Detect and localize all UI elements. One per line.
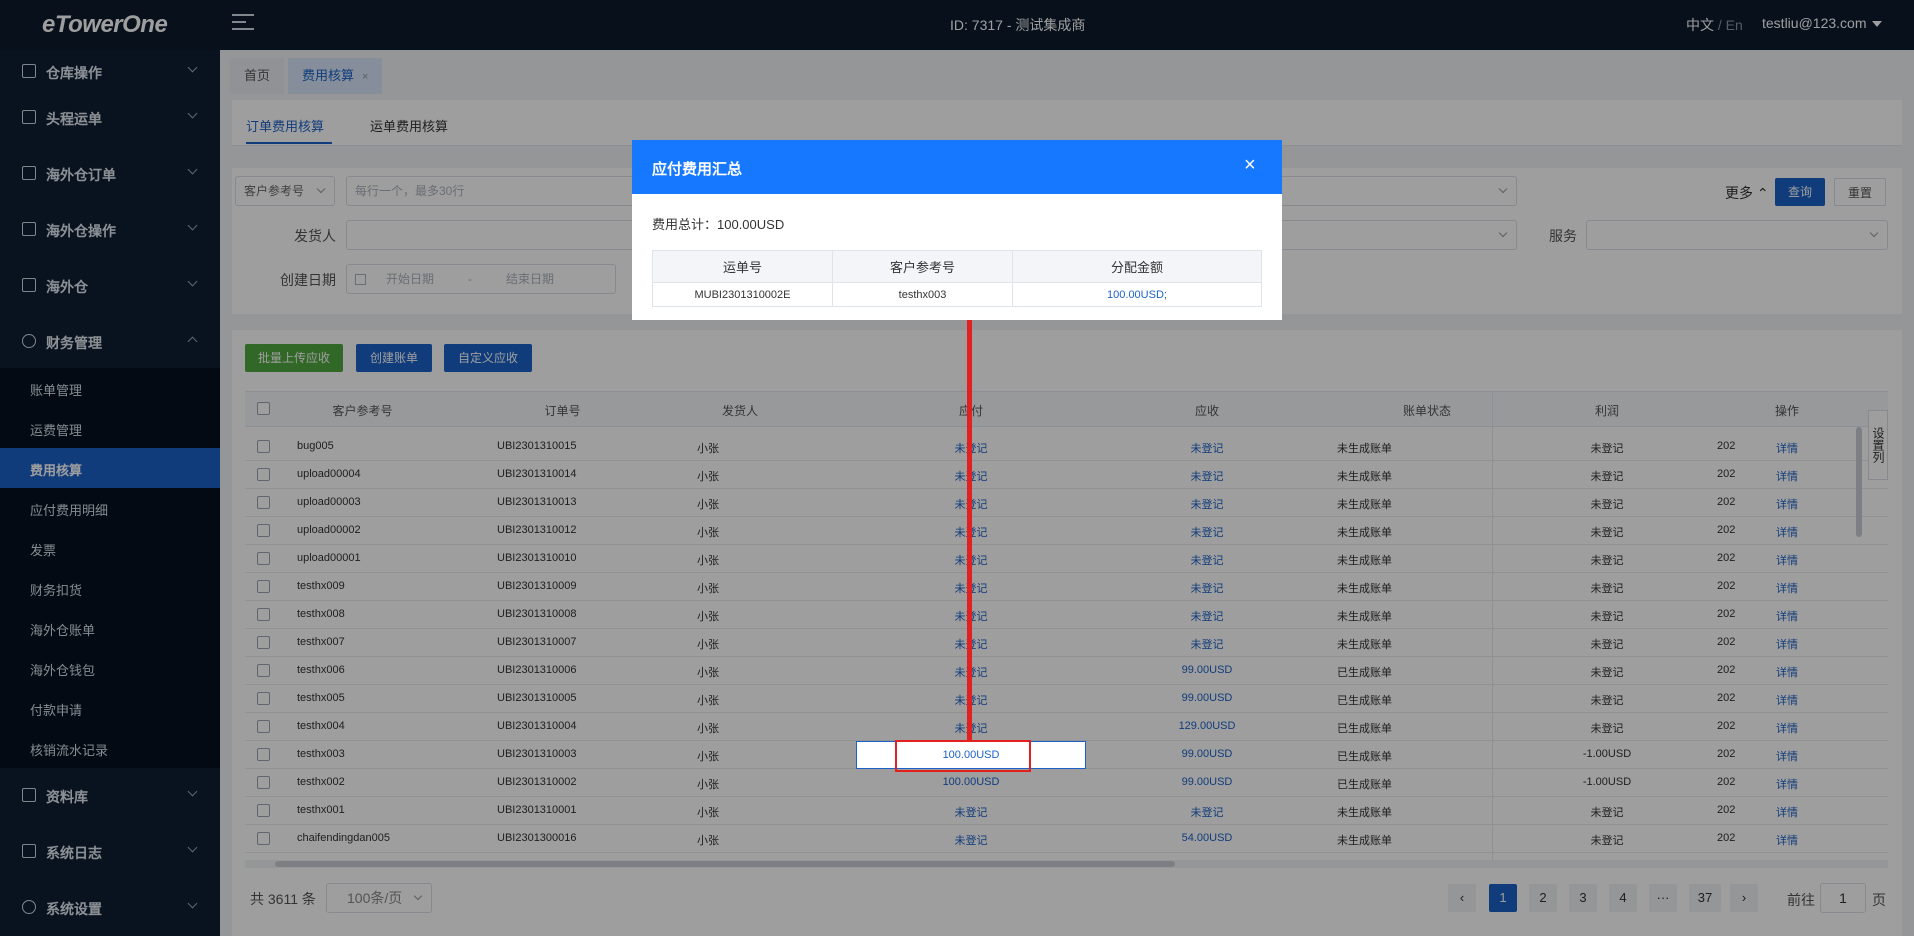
modal-col-waybill: 运单号 — [652, 250, 833, 283]
modal-waybill-no: MUBI2301310002E — [652, 282, 833, 307]
annotation-arrow — [967, 318, 972, 742]
modal-col-amount: 分配金额 — [1012, 250, 1262, 283]
modal-header: 应付费用汇总 × — [632, 140, 1282, 194]
annotation-highlight-box — [895, 740, 1031, 772]
modal-total: 费用总计：100.00USD — [652, 217, 785, 232]
modal-col-ref: 客户参考号 — [832, 250, 1013, 283]
modal-title: 应付费用汇总 — [652, 161, 743, 178]
payable-summary-modal: 应付费用汇总 × 费用总计：100.00USD 运单号 客户参考号 分配金额 M… — [632, 140, 1282, 320]
modal-table: 运单号 客户参考号 分配金额 MUBI2301310002E testhx003… — [652, 250, 1262, 307]
modal-amount[interactable]: 100.00USD; — [1012, 282, 1262, 307]
close-icon[interactable]: × — [1244, 154, 1256, 177]
modal-ref-no: testhx003 — [832, 282, 1013, 307]
